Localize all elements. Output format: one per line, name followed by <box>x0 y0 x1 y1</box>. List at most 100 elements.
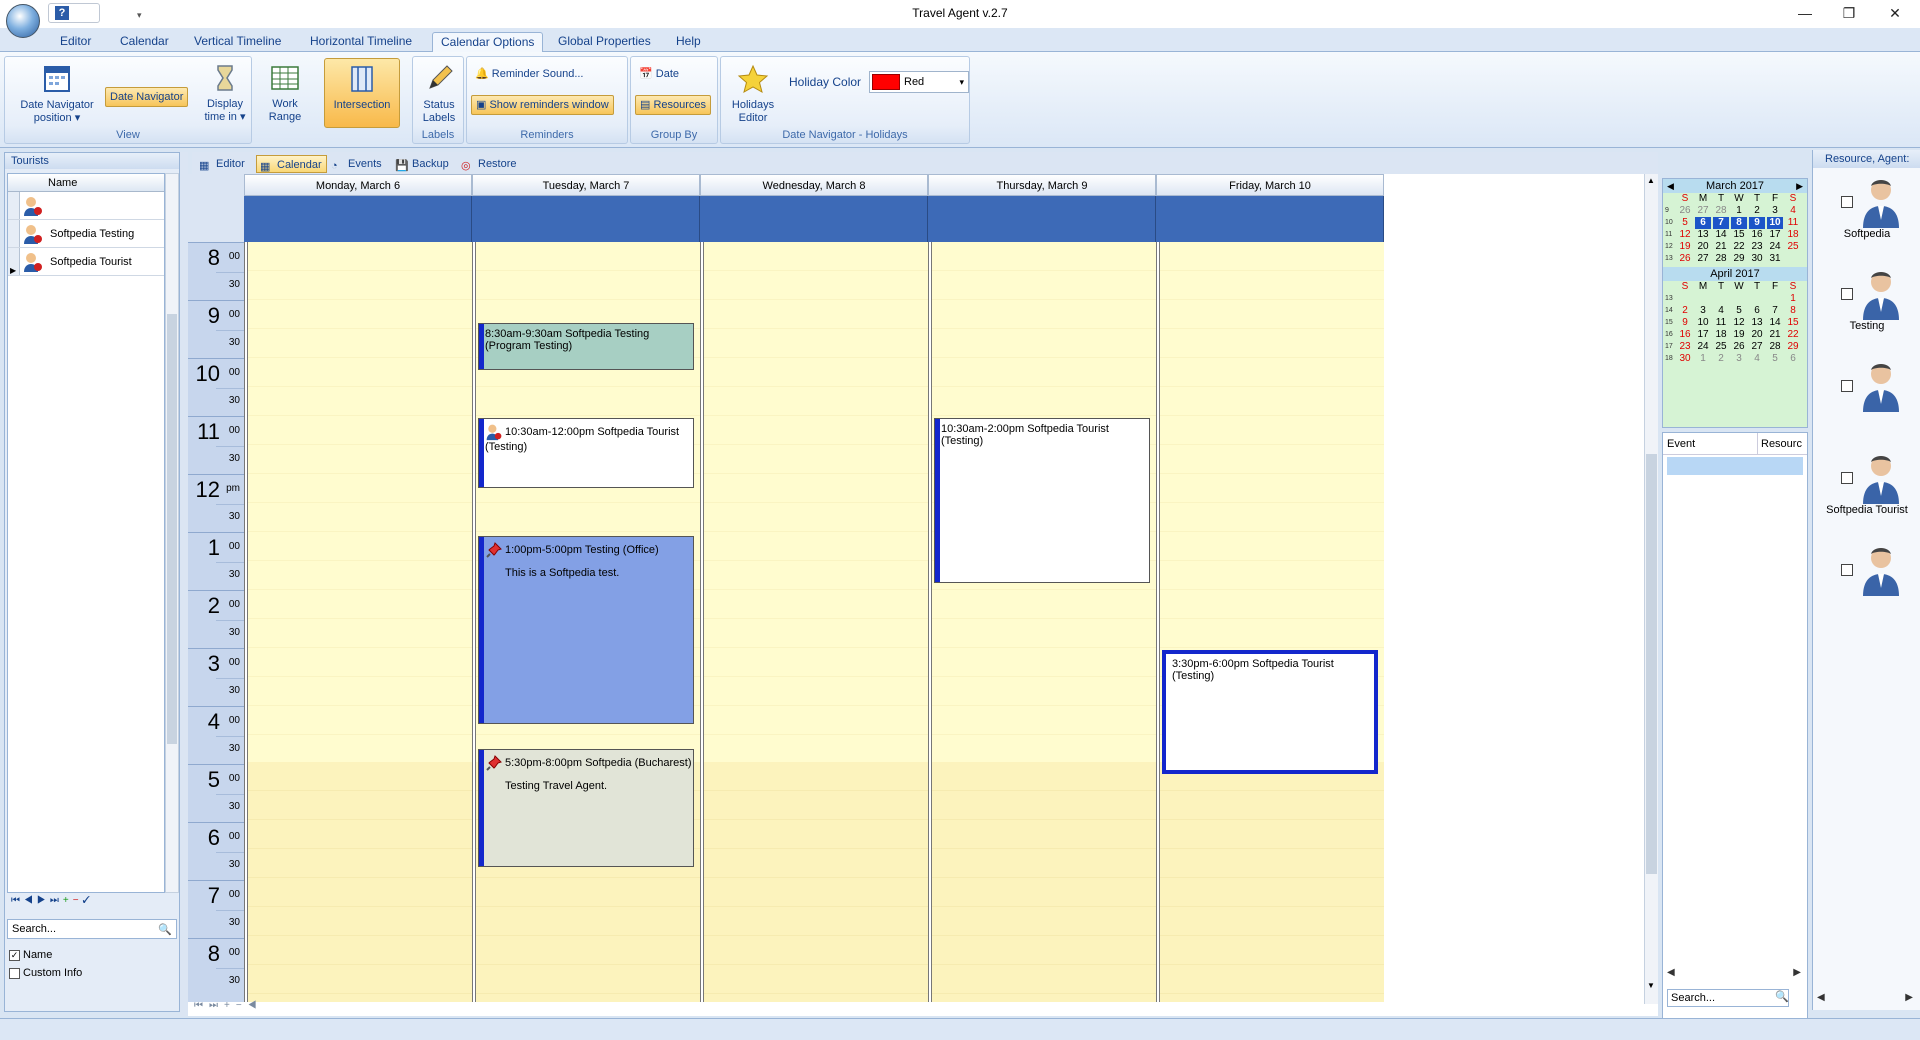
events-search-input[interactable]: Search... <box>1667 989 1789 1007</box>
intersection-button[interactable]: Intersection <box>324 58 400 128</box>
date-cell[interactable]: 18 <box>1713 329 1729 341</box>
date-cell[interactable]: 20 <box>1749 329 1765 341</box>
tab-horizontal-timeline[interactable]: Horizontal Timeline <box>302 32 420 52</box>
table-row[interactable] <box>8 192 164 220</box>
date-cell[interactable]: 17 <box>1695 329 1711 341</box>
date-cell[interactable]: 18 <box>1785 229 1801 241</box>
table-row[interactable]: Softpedia Testing <box>8 220 164 248</box>
resource-checkbox[interactable] <box>1841 196 1853 208</box>
reminder-sound-button[interactable]: 🔔 Reminder Sound... <box>471 65 587 85</box>
date-cell[interactable]: 16 <box>1749 229 1765 241</box>
column-header-resource[interactable]: Resourc <box>1757 433 1802 455</box>
binoculars-icon[interactable]: 🔍 <box>158 921 172 939</box>
date-cell[interactable]: 5 <box>1767 353 1783 365</box>
all-day-area[interactable] <box>244 196 472 242</box>
table-row[interactable]: ▶ Softpedia Tourist <box>8 248 164 276</box>
display-time-button[interactable]: Display time in ▾ <box>198 58 252 128</box>
date-cell[interactable]: 22 <box>1785 329 1801 341</box>
date-cell[interactable]: 11 <box>1713 317 1729 329</box>
view-tab-backup[interactable]: 💾 Backup <box>392 155 453 173</box>
date-cell[interactable]: 9 <box>1749 217 1765 229</box>
date-cell[interactable]: 17 <box>1767 229 1783 241</box>
holidays-editor-button[interactable]: Holidays Editor <box>723 59 783 129</box>
date-cell[interactable]: 24 <box>1767 241 1783 253</box>
date-cell[interactable]: 31 <box>1767 253 1783 265</box>
date-cell[interactable]: 10 <box>1767 217 1783 229</box>
holiday-color-select[interactable]: Red ▾ <box>869 71 969 93</box>
date-cell[interactable]: 26 <box>1677 253 1693 265</box>
day-header[interactable]: Friday, March 10 <box>1156 174 1384 196</box>
calendar-week-view[interactable]: 8 00 30 9 00 30 10 00 30 11 00 30 12 pm 30 1 00 30 2 00 30 3 0… <box>188 174 1658 1016</box>
work-range-button[interactable]: Work Range <box>260 58 310 128</box>
date-cell[interactable]: 23 <box>1749 241 1765 253</box>
date-cell[interactable]: 5 <box>1731 305 1747 317</box>
date-cell[interactable]: 28 <box>1713 205 1729 217</box>
prev-month-icon[interactable]: ◀ <box>1667 179 1674 193</box>
date-cell[interactable]: 15 <box>1785 317 1801 329</box>
day-header[interactable]: Monday, March 6 <box>244 174 472 196</box>
column-header-name[interactable]: Name <box>48 177 77 189</box>
date-cell[interactable]: 23 <box>1677 341 1693 353</box>
events-horizontal-scrollbar[interactable]: ◀ ▶ <box>1667 967 1803 981</box>
view-tab-calendar[interactable]: ▦ Calendar <box>256 155 327 173</box>
date-cell[interactable]: 7 <box>1767 305 1783 317</box>
date-navigator[interactable]: ◀ March 2017 ▶ S M T W T F S 9 26 27 28 1 2 3 4 10 5 6 7 8 9… <box>1662 178 1808 428</box>
date-cell[interactable]: 9 <box>1677 317 1693 329</box>
date-cell[interactable]: 21 <box>1713 241 1729 253</box>
group-by-date-button[interactable]: 📅 Date <box>635 65 683 85</box>
calendar-vertical-scrollbar[interactable]: ▲ ▼ <box>1644 174 1658 1004</box>
date-cell[interactable]: 5 <box>1677 217 1693 229</box>
appointment[interactable]: 10:30am-12:00pm Softpedia Tourist (Testi… <box>478 418 694 488</box>
date-cell[interactable]: 1 <box>1695 353 1711 365</box>
view-tab-events[interactable]: ◔ Events <box>328 155 386 173</box>
tab-global-properties[interactable]: Global Properties <box>550 32 659 52</box>
date-cell[interactable]: 3 <box>1731 353 1747 365</box>
all-day-area[interactable] <box>700 196 928 242</box>
group-by-resources-button[interactable]: ▤ Resources <box>635 95 712 115</box>
all-day-area[interactable] <box>928 196 1156 242</box>
restore-button[interactable]: ❐ <box>1834 3 1864 23</box>
tab-calendar-options[interactable]: Calendar Options <box>432 32 544 52</box>
resource-item[interactable]: Testing <box>1813 264 1920 354</box>
appointment[interactable]: 8:30am-9:30am Softpedia Testing (Program… <box>478 323 694 370</box>
day-header[interactable]: Tuesday, March 7 <box>472 174 700 196</box>
day-column[interactable] <box>932 242 1156 1002</box>
date-cell[interactable]: 30 <box>1677 353 1693 365</box>
delete-record-icon[interactable]: − <box>73 895 83 906</box>
tab-help[interactable]: Help <box>668 32 709 52</box>
column-header-event[interactable]: Event <box>1667 433 1695 455</box>
grid-navigator[interactable]: ⏮◀▶⏭+−✓ <box>7 895 163 911</box>
date-cell[interactable]: 6 <box>1695 217 1711 229</box>
first-record-icon[interactable]: ⏮ <box>11 895 24 906</box>
status-labels-button[interactable]: Status Labels <box>415 59 463 129</box>
application-menu-button[interactable] <box>6 4 40 38</box>
last-record-icon[interactable]: ⏭ <box>50 895 63 906</box>
date-cell[interactable]: 11 <box>1785 217 1801 229</box>
panel-splitter[interactable] <box>180 152 188 1016</box>
date-cell[interactable]: 25 <box>1713 341 1729 353</box>
tourists-grid[interactable]: Name Softpedia Testing ▶ Softpedia Touri… <box>7 173 165 893</box>
date-cell[interactable]: 6 <box>1785 353 1801 365</box>
date-cell[interactable]: 12 <box>1731 317 1747 329</box>
date-cell[interactable]: 8 <box>1731 217 1747 229</box>
date-cell[interactable]: 19 <box>1731 329 1747 341</box>
resource-item[interactable] <box>1813 356 1920 446</box>
date-navigator-toggle[interactable]: Date Navigator <box>105 87 189 107</box>
tab-calendar[interactable]: Calendar <box>112 32 177 52</box>
grid-scroll-thumb[interactable] <box>167 314 177 744</box>
appointment[interactable]: 3:30pm-6:00pm Softpedia Tourist (Testing… <box>1162 650 1378 774</box>
prev-record-icon[interactable]: ◀ <box>24 895 37 906</box>
date-cell[interactable]: 29 <box>1785 341 1801 353</box>
scroll-left-icon[interactable]: ◀ <box>1667 967 1675 978</box>
close-button[interactable]: ✕ <box>1880 3 1910 23</box>
date-cell[interactable]: 30 <box>1749 253 1765 265</box>
date-cell[interactable]: 19 <box>1677 241 1693 253</box>
view-tab-restore[interactable]: ◎ Restore <box>458 155 521 173</box>
events-selected-row[interactable] <box>1667 457 1803 475</box>
day-column[interactable] <box>1160 242 1384 1002</box>
next-month-icon[interactable]: ▶ <box>1796 179 1803 193</box>
date-cell[interactable]: 3 <box>1695 305 1711 317</box>
calendar-horizontal-navigator[interactable]: ⏮⏭+−◀ <box>188 1000 1644 1014</box>
option-custom-info-checkbox[interactable]: Custom Info <box>9 967 82 979</box>
add-record-icon[interactable]: + <box>63 895 73 906</box>
